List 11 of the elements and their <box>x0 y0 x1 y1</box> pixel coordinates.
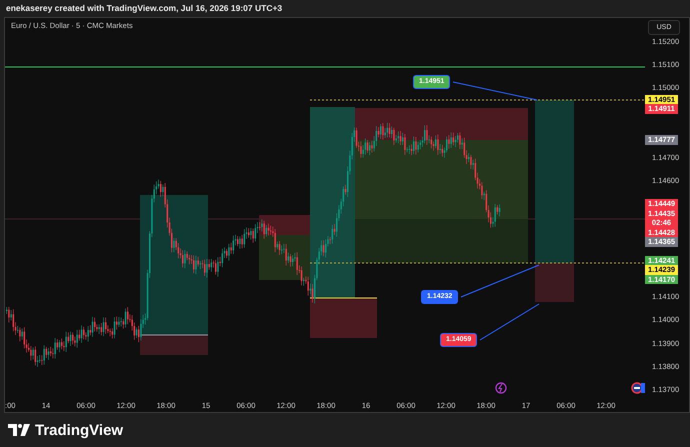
lightning-icon[interactable] <box>495 382 507 394</box>
author-caption: enekaserey created with TradingView.com, Jul 16, 2026 19:07 UTC+3 <box>6 3 282 13</box>
loss-zone <box>535 263 574 302</box>
entry-line <box>140 334 208 336</box>
loss-zone <box>140 335 208 355</box>
logo-icon <box>8 424 30 436</box>
leader-line <box>480 304 540 340</box>
flag-icon[interactable] <box>631 382 645 394</box>
loss-zone <box>310 298 377 338</box>
loss-zone <box>259 215 311 235</box>
brand-name: TradingView <box>35 422 124 438</box>
